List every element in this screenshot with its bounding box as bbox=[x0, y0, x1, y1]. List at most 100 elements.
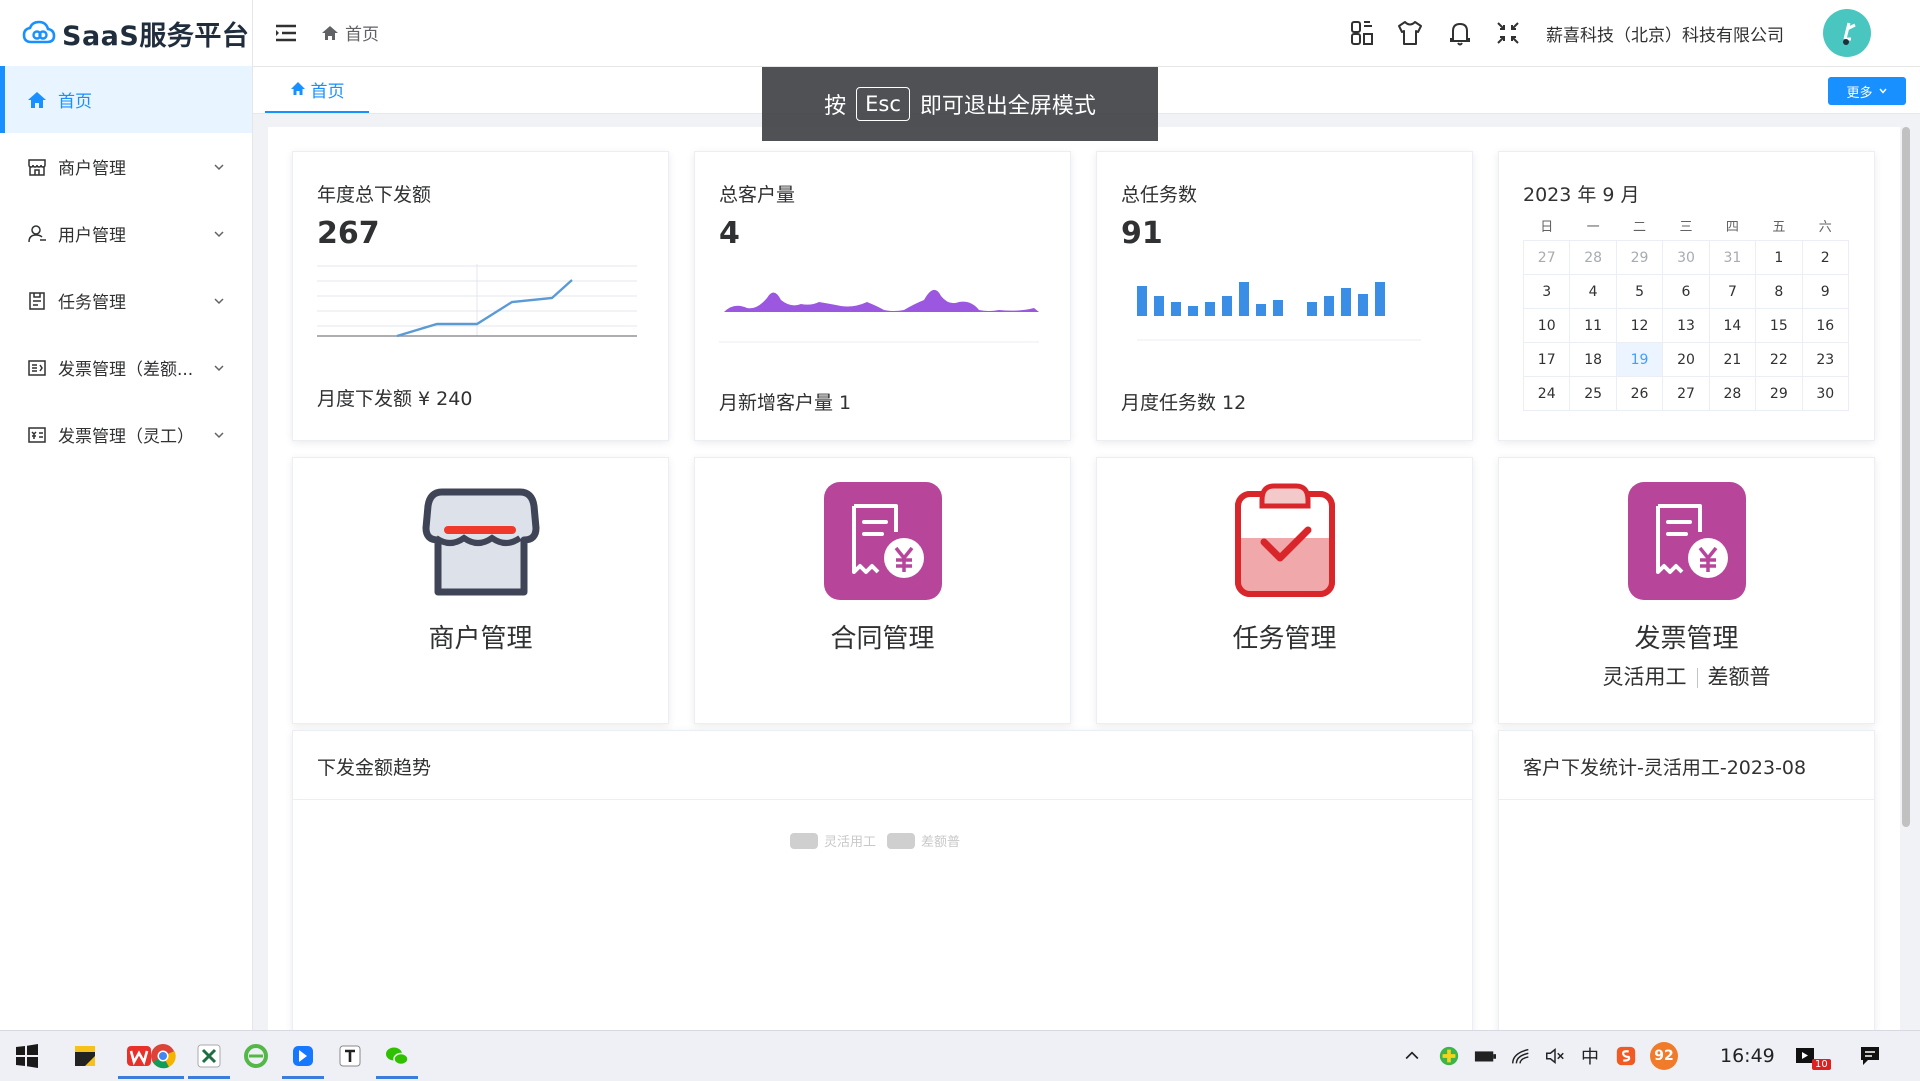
stat-title: 总任务数 bbox=[1121, 184, 1198, 206]
layout-icon[interactable] bbox=[1347, 18, 1377, 48]
ie-icon[interactable] bbox=[235, 1031, 277, 1081]
tray-score-badge[interactable]: 92 bbox=[1649, 1042, 1679, 1070]
entry-card-merchant[interactable]: 商户管理 bbox=[292, 457, 669, 724]
calendar-day[interactable]: 24 bbox=[1522, 376, 1571, 411]
legend-item[interactable]: 差额普 bbox=[887, 831, 960, 850]
tray-overflow-chevron-icon[interactable] bbox=[1400, 1043, 1424, 1069]
tag-home[interactable]: 首页 bbox=[265, 67, 369, 113]
theme-shirt-icon[interactable] bbox=[1395, 18, 1425, 48]
calendar-day[interactable]: 9 bbox=[1801, 274, 1850, 309]
app-blue-icon[interactable] bbox=[282, 1031, 324, 1081]
calendar-day[interactable]: 31 bbox=[1708, 240, 1757, 275]
calendar-day[interactable]: 22 bbox=[1755, 342, 1803, 377]
user-icon bbox=[26, 223, 48, 245]
calendar-day[interactable]: 20 bbox=[1662, 342, 1710, 377]
calendar-day[interactable]: 14 bbox=[1708, 308, 1757, 343]
tray-ime[interactable]: 中 bbox=[1576, 1043, 1604, 1069]
calendar-day[interactable]: 12 bbox=[1615, 308, 1664, 343]
calendar-day[interactable]: 27 bbox=[1522, 240, 1571, 275]
calendar-week-row: 24 25 26 27 28 29 30 bbox=[1522, 376, 1850, 411]
calendar-day[interactable]: 30 bbox=[1662, 240, 1710, 275]
calendar-day[interactable]: 30 bbox=[1801, 376, 1850, 411]
avatar-figure-icon bbox=[1843, 22, 1856, 45]
link-flexible-employment[interactable]: 灵活用工 bbox=[1603, 665, 1687, 689]
taskbar-clock[interactable]: 16:49 bbox=[1720, 1045, 1775, 1067]
sidebar-item-invoice-diff[interactable]: 发票管理（差额... bbox=[0, 334, 252, 401]
sticky-notes-icon[interactable] bbox=[64, 1031, 106, 1081]
breadcrumb-home[interactable]: 首页 bbox=[345, 20, 379, 45]
calendar-day[interactable]: 7 bbox=[1708, 274, 1757, 309]
calendar-day[interactable]: 2 bbox=[1801, 240, 1850, 275]
typora-icon[interactable] bbox=[329, 1031, 371, 1081]
excel-icon[interactable] bbox=[188, 1031, 230, 1081]
stat-title: 总客户量 bbox=[719, 184, 796, 206]
sidebar-item-tasks[interactable]: 任务管理 bbox=[0, 267, 252, 334]
calendar-day[interactable]: 28 bbox=[1708, 376, 1757, 411]
calendar-week-row: 17 18 19 20 21 22 23 bbox=[1522, 342, 1850, 377]
home-icon bbox=[290, 82, 305, 95]
more-dropdown-button[interactable]: 更多 bbox=[1828, 77, 1906, 105]
wechat-icon[interactable] bbox=[376, 1031, 418, 1081]
sidebar-item-home[interactable]: 首页 bbox=[0, 66, 252, 133]
tray-volume-muted-icon[interactable] bbox=[1542, 1043, 1568, 1069]
tray-battery-icon[interactable] bbox=[1472, 1043, 1498, 1069]
tray-security-icon[interactable] bbox=[1436, 1043, 1462, 1069]
legend-item[interactable]: 灵活用工 bbox=[790, 831, 876, 850]
calendar-day[interactable]: 11 bbox=[1569, 308, 1617, 343]
calendar-day[interactable]: 6 bbox=[1662, 274, 1710, 309]
legend-swatch bbox=[887, 832, 915, 849]
entry-label: 发票管理 bbox=[1634, 624, 1739, 654]
tray-sogou-icon[interactable] bbox=[1612, 1043, 1640, 1069]
tag-home-label: 首页 bbox=[310, 81, 345, 102]
calendar-day[interactable]: 25 bbox=[1569, 376, 1617, 411]
sidebar-item-invoice-flex[interactable]: 发票管理（灵工） bbox=[0, 401, 252, 468]
divider bbox=[1696, 668, 1698, 688]
calendar-day[interactable]: 10 bbox=[1522, 308, 1571, 343]
calendar-day[interactable]: 29 bbox=[1755, 376, 1803, 411]
calendar-day[interactable]: 15 bbox=[1755, 308, 1803, 343]
sidebar-item-label: 发票管理（差额... bbox=[58, 360, 194, 380]
exit-fullscreen-icon[interactable] bbox=[1493, 18, 1523, 48]
entry-card-contract[interactable]: 合同管理 bbox=[694, 457, 1071, 724]
page-scrollbar[interactable] bbox=[1902, 127, 1910, 827]
calendar-day[interactable]: 13 bbox=[1662, 308, 1710, 343]
entry-card-invoice[interactable]: 发票管理 灵活用工 差额普 bbox=[1498, 457, 1875, 724]
entry-label: 商户管理 bbox=[428, 624, 533, 654]
entry-card-task[interactable]: 任务管理 bbox=[1096, 457, 1473, 724]
calendar-day[interactable]: 28 bbox=[1569, 240, 1617, 275]
bell-icon[interactable] bbox=[1445, 18, 1475, 48]
sidebar-item-merchant[interactable]: 商户管理 bbox=[0, 133, 252, 200]
calendar-day[interactable]: 16 bbox=[1801, 308, 1850, 343]
calendar-day[interactable]: 8 bbox=[1755, 274, 1803, 309]
calendar-week-row: 10 11 12 13 14 15 16 bbox=[1522, 308, 1850, 343]
tray-wifi-icon[interactable] bbox=[1508, 1043, 1534, 1069]
chrome-icon[interactable] bbox=[142, 1031, 184, 1081]
logo[interactable]: SaaS服务平台 bbox=[0, 0, 252, 66]
calendar-day[interactable]: 23 bbox=[1801, 342, 1850, 377]
link-difference-invoice[interactable]: 差额普 bbox=[1708, 665, 1771, 689]
legend-label: 灵活用工 bbox=[824, 835, 877, 850]
calendar-day[interactable]: 5 bbox=[1615, 274, 1664, 309]
calendar-day[interactable]: 17 bbox=[1522, 342, 1571, 377]
calendar-day[interactable]: 29 bbox=[1615, 240, 1664, 275]
entry-label: 任务管理 bbox=[1232, 624, 1337, 654]
avatar[interactable] bbox=[1823, 9, 1871, 57]
action-center-icon[interactable] bbox=[1856, 1043, 1884, 1069]
company-name[interactable]: 薪喜科技（北京）科技有限公司 bbox=[1546, 21, 1784, 46]
sidebar-item-users[interactable]: 用户管理 bbox=[0, 200, 252, 267]
fullscreen-toast: 按 Esc 即可退出全屏模式 bbox=[762, 67, 1158, 141]
calendar-day[interactable]: 21 bbox=[1708, 342, 1757, 377]
stat-card-annual-payout: 年度总下发额 267 月度下发额 ¥ 240 bbox=[292, 151, 669, 441]
task-icon bbox=[26, 290, 48, 312]
hamburger-menu-icon[interactable] bbox=[273, 20, 299, 46]
calendar-day[interactable]: 18 bbox=[1569, 342, 1617, 377]
calendar-day[interactable]: 3 bbox=[1522, 274, 1571, 309]
calendar-day[interactable]: 1 bbox=[1755, 240, 1803, 275]
calendar-day[interactable]: 26 bbox=[1615, 376, 1664, 411]
sidebar-item-label: 首页 bbox=[58, 92, 92, 112]
calendar-day[interactable]: 27 bbox=[1662, 376, 1710, 411]
windows-start-icon[interactable] bbox=[6, 1031, 48, 1081]
calendar-day[interactable]: 19 bbox=[1615, 342, 1664, 377]
app-window: SaaS服务平台 首页 商户管理 用户管理 任务管理 发票管理（差额... 发票… bbox=[0, 0, 1920, 1030]
calendar-day[interactable]: 4 bbox=[1569, 274, 1617, 309]
